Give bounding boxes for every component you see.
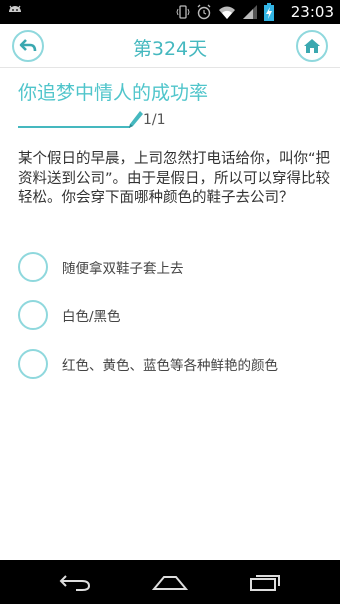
test-title: 你追梦中情人的成功率 [18,82,209,104]
alarm-icon [196,4,212,24]
radio-button[interactable] [18,349,48,379]
status-bar: 23:03 [0,0,340,24]
option-1[interactable]: 随便拿双鞋子套上去 [18,251,330,283]
app-header: 第324天 [0,24,340,68]
home-icon [304,39,320,53]
navigation-bar [0,560,340,604]
home-nav-button[interactable] [150,568,190,596]
option-label: 随便拿双鞋子套上去 [62,261,184,277]
radio-button[interactable] [18,252,48,282]
option-2[interactable]: 白色/黑色 [18,299,330,331]
android-icon [6,4,24,24]
option-label: 白色/黑色 [62,309,121,325]
home-nav-icon [152,576,188,590]
vibrate-icon [176,4,190,24]
progress-count: 1/1 [143,112,166,128]
page-title: 第324天 [132,38,208,60]
back-nav-icon [59,575,91,591]
wifi-icon [218,4,236,24]
radio-button[interactable] [18,300,48,330]
option-3[interactable]: 红色、黄色、蓝色等各种鲜艳的颜色 [18,348,330,380]
recents-nav-icon [250,575,280,591]
recents-nav-button[interactable] [245,568,285,596]
progress-indicator [18,110,144,132]
pencil-icon [128,110,144,134]
back-nav-button[interactable] [55,568,95,596]
home-button[interactable] [296,30,328,62]
option-label: 红色、黄色、蓝色等各种鲜艳的颜色 [62,358,278,374]
battery-charging-icon [264,3,274,25]
question-text: 某个假日的早晨，上司忽然打电话给你，叫你“把资料送到公司”。由于是假日，所以可以… [18,151,331,206]
signal-icon [242,4,258,24]
progress-line [18,126,130,128]
clock-time: 23:03 [290,3,334,21]
